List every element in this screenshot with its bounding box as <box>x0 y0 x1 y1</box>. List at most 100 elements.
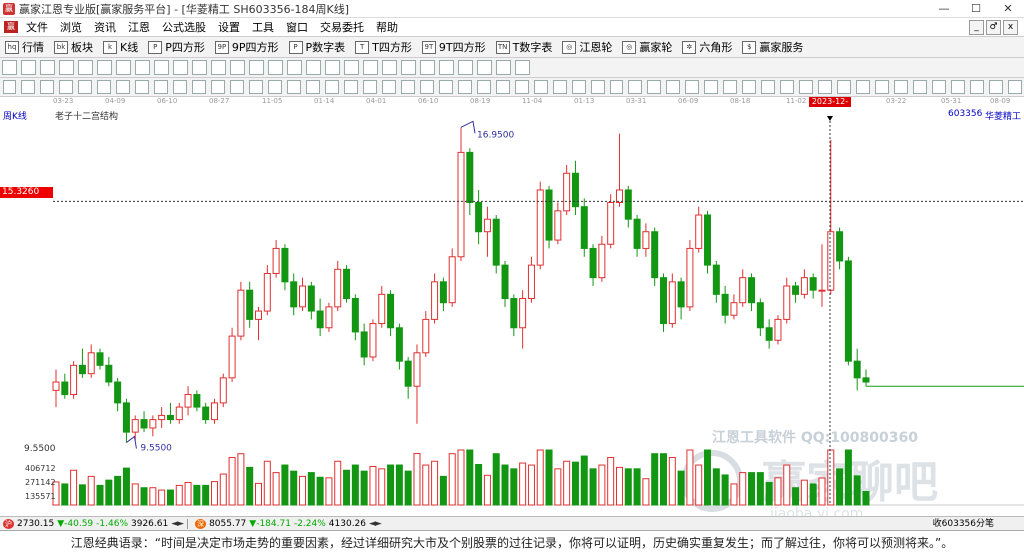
scroll-arrows-icon-2[interactable]: ◄► <box>369 519 382 529</box>
menu-formula[interactable]: 公式选股 <box>156 19 212 35</box>
analysis-tool-icon[interactable] <box>362 80 377 94</box>
draw-tool-icon[interactable] <box>59 60 74 75</box>
draw-tool-icon[interactable] <box>268 60 283 75</box>
toolbar-sector-button[interactable]: bk 板块 <box>49 38 98 57</box>
maximize-button[interactable]: ☐ <box>960 0 992 18</box>
sh-index[interactable]: 沪 2730.15 ▼-40.59 -1.46% 3926.61 <box>3 518 171 529</box>
menu-file[interactable]: 文件 <box>20 19 54 35</box>
analysis-tool-icon[interactable] <box>476 80 491 94</box>
draw-tool-icon[interactable] <box>249 60 264 75</box>
toolbar-t-square-button[interactable]: T T四方形 <box>350 38 417 57</box>
analysis-tool-icon[interactable] <box>173 80 188 94</box>
menu-tools[interactable]: 工具 <box>246 19 280 35</box>
toolbar-9p-square-button[interactable]: 9P 9P四方形 <box>210 38 284 57</box>
analysis-tool-icon[interactable] <box>590 80 605 94</box>
draw-tool-icon[interactable] <box>287 60 302 75</box>
draw-tool-icon[interactable] <box>116 60 131 75</box>
analysis-tool-icon[interactable] <box>742 80 757 94</box>
menu-browse[interactable]: 浏览 <box>54 19 88 35</box>
draw-tool-icon[interactable] <box>325 60 340 75</box>
analysis-tool-icon[interactable] <box>856 80 871 94</box>
analysis-tool-icon[interactable] <box>514 80 529 94</box>
draw-tool-icon[interactable] <box>401 60 416 75</box>
sz-index[interactable]: 深 8055.77 ▼-184.71 -2.24% 4130.26 <box>195 518 369 529</box>
mdi-restore-button[interactable]: ♂ <box>986 20 1001 35</box>
analysis-tool-icon[interactable] <box>875 80 890 94</box>
analysis-tool-icon[interactable] <box>931 80 946 94</box>
analysis-tool-icon[interactable] <box>495 80 510 94</box>
toolbar-service-button[interactable]: $ 赢家服务 <box>737 38 808 57</box>
analysis-tool-icon[interactable] <box>400 80 415 94</box>
mdi-close-button[interactable]: x <box>1003 20 1018 35</box>
analysis-tool-icon[interactable] <box>306 80 320 94</box>
draw-tool-icon[interactable] <box>458 60 473 75</box>
analysis-tool-icon[interactable] <box>533 80 548 94</box>
toolbar-9t-square-button[interactable]: 9T 9T四方形 <box>417 38 491 57</box>
analysis-tool-icon[interactable] <box>438 80 453 94</box>
analysis-tool-icon[interactable] <box>666 80 681 94</box>
analysis-tool-icon[interactable] <box>268 80 283 94</box>
draw-tool-icon[interactable] <box>515 60 530 75</box>
analysis-tool-icon[interactable] <box>950 80 965 94</box>
kline-chart[interactable]: 江恩工具软件 QQ:100800360赢家聊吧jiaoba.yj.com 16.… <box>0 107 1024 516</box>
draw-tool-icon[interactable] <box>40 60 55 75</box>
analysis-tool-icon[interactable] <box>457 80 472 94</box>
analysis-tool-icon[interactable] <box>343 80 358 94</box>
draw-tool-icon[interactable] <box>420 60 435 75</box>
close-button[interactable]: ✕ <box>992 0 1024 18</box>
analysis-tool-icon[interactable] <box>116 80 131 94</box>
analysis-tool-icon[interactable] <box>154 80 169 94</box>
toolbar-p-square-button[interactable]: P P四方形 <box>143 38 210 57</box>
minimize-button[interactable]: — <box>928 0 960 18</box>
draw-tool-icon[interactable] <box>135 60 150 75</box>
draw-tool-icon[interactable] <box>21 60 36 75</box>
mdi-minimize-button[interactable]: _ <box>969 20 984 35</box>
analysis-tool-icon[interactable] <box>799 80 814 94</box>
analysis-tool-icon[interactable] <box>609 80 624 94</box>
analysis-tool-icon[interactable] <box>40 80 55 94</box>
analysis-tool-icon[interactable] <box>552 80 567 94</box>
toolbar-hexagon-button[interactable]: ✲ 六角形 <box>677 38 737 57</box>
draw-tool-icon[interactable] <box>230 60 245 75</box>
draw-tool-icon[interactable] <box>344 60 359 75</box>
analysis-tool-icon[interactable] <box>21 80 36 94</box>
analysis-tool-icon[interactable] <box>419 80 434 94</box>
draw-tool-icon[interactable] <box>78 60 93 75</box>
draw-tool-icon[interactable] <box>477 60 492 75</box>
analysis-tool-icon[interactable] <box>988 80 1003 94</box>
analysis-tool-icon[interactable] <box>628 80 643 94</box>
draw-tool-icon[interactable] <box>211 60 226 75</box>
draw-tool-icon[interactable] <box>363 60 378 75</box>
menu-settings[interactable]: 设置 <box>212 19 246 35</box>
analysis-tool-icon[interactable] <box>249 80 264 94</box>
analysis-tool-icon[interactable] <box>192 80 207 94</box>
menu-window[interactable]: 窗口 <box>280 19 314 35</box>
menu-trade[interactable]: 交易委托 <box>314 19 370 35</box>
analysis-tool-icon[interactable] <box>211 80 226 94</box>
analysis-tool-icon[interactable] <box>135 80 150 94</box>
analysis-tool-icon[interactable] <box>780 80 795 94</box>
draw-tool-icon[interactable] <box>173 60 188 75</box>
analysis-tool-icon[interactable] <box>230 80 245 94</box>
draw-tool-icon[interactable] <box>306 60 321 75</box>
analysis-tool-icon[interactable] <box>647 80 662 94</box>
analysis-tool-icon[interactable] <box>969 80 984 94</box>
draw-tool-icon[interactable] <box>97 60 112 75</box>
scroll-arrows-icon[interactable]: ◄► <box>171 519 184 529</box>
analysis-tool-icon[interactable] <box>837 80 852 94</box>
analysis-tool-icon[interactable] <box>59 80 74 94</box>
menu-gann[interactable]: 江恩 <box>122 19 156 35</box>
toolbar-t-table-button[interactable]: TN T数字表 <box>491 38 558 57</box>
analysis-tool-icon[interactable] <box>381 80 396 94</box>
menu-news[interactable]: 资讯 <box>88 19 122 35</box>
toolbar-kline-button[interactable]: k K线 <box>98 38 143 57</box>
toolbar-quotes-button[interactable]: hq 行情 <box>0 38 49 57</box>
toolbar-gann-wheel-button[interactable]: ◎ 江恩轮 <box>557 38 617 57</box>
analysis-tool-icon[interactable] <box>78 80 93 94</box>
toolbar-winner-wheel-button[interactable]: ◎ 赢家轮 <box>617 38 677 57</box>
analysis-tool-icon[interactable] <box>704 80 719 94</box>
draw-tool-icon[interactable] <box>496 60 511 75</box>
analysis-tool-icon[interactable] <box>685 80 700 94</box>
analysis-tool-icon[interactable] <box>818 80 833 94</box>
analysis-tool-icon[interactable] <box>913 80 927 94</box>
